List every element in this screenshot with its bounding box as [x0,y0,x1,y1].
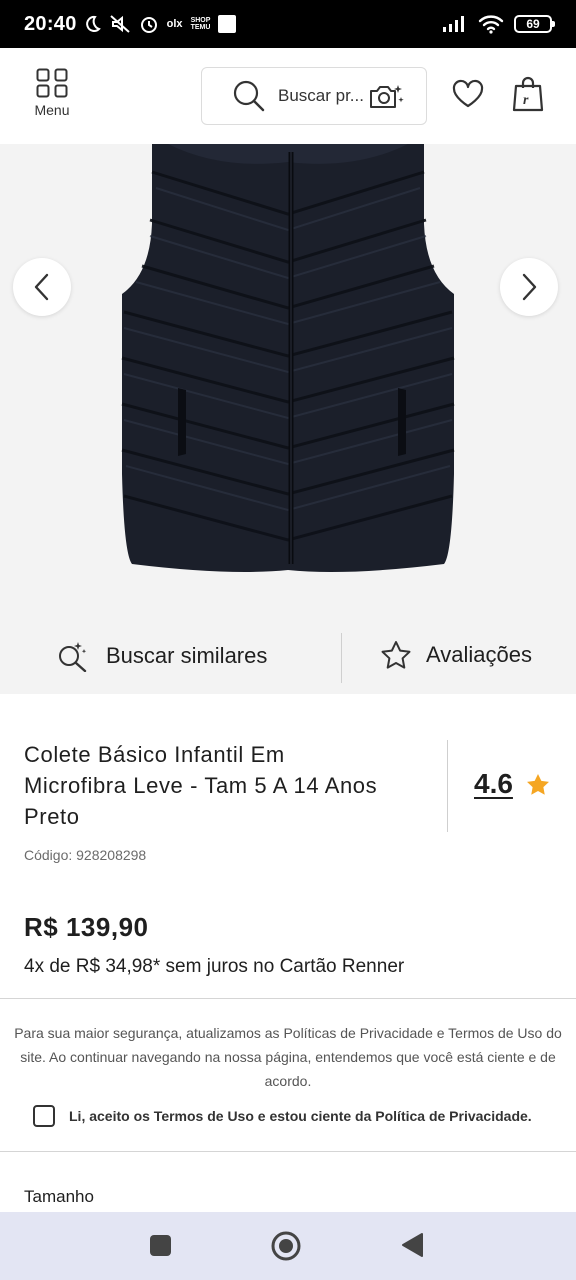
search-input[interactable]: Buscar pr... [201,67,427,125]
product-title-line1: Colete Básico Infantil Em [24,742,285,767]
mute-icon [109,15,130,33]
search-icon [233,80,265,112]
checkbox-icon[interactable] [33,1105,55,1127]
back-button[interactable] [400,1232,424,1258]
product-action-bar: Buscar similares Avaliações [0,620,576,694]
product-title-line2: Microfibra Leve - Tam 5 A 14 Anos [24,773,378,798]
title-divider [447,740,448,832]
chevron-left-icon [34,273,49,301]
size-label: Tamanho [24,1187,94,1206]
search-placeholder: Buscar pr... [278,86,364,105]
find-similar-button[interactable]: Buscar similares [56,640,267,672]
product-price: R$ 139,90 [24,912,149,942]
gallery-prev-button[interactable] [13,258,71,316]
product-image [0,144,576,620]
gallery-next-button[interactable] [500,258,558,316]
svg-text:r: r [523,93,529,108]
signal-icon [443,16,464,32]
installments-info: 4x de R$ 34,98* sem juros no Cartão Renn… [24,956,405,977]
heart-icon[interactable] [451,79,485,109]
status-time: 20:40 [24,12,77,35]
product-code: Código: 928208298 [24,847,147,863]
home-button[interactable] [270,1230,302,1262]
product-image-gallery[interactable] [0,144,576,620]
star-outline-icon [381,641,411,669]
shopping-bag-icon[interactable]: r [512,76,546,112]
sparkle-search-icon [59,642,87,672]
product-title: Colete Básico Infantil Em Microfibra Lev… [24,739,424,832]
rating-value: 4.6 [474,768,513,799]
battery-indicator: 69 [514,15,555,33]
find-similar-label: Buscar similares [106,643,268,668]
privacy-accept-checkbox[interactable]: Li, aceito os Termos de Uso e estou cien… [33,1105,532,1127]
product-title-line3: Preto [24,804,80,829]
chevron-right-icon [522,273,537,301]
site-header: Menu Buscar pr... r [0,48,576,144]
menu-label: Menu [34,102,70,118]
recent-apps-button[interactable] [150,1235,171,1256]
temu-icon: SHOP TEMU [190,17,211,31]
product-rating[interactable]: 4.6 [474,768,551,800]
privacy-accept-label: Li, aceito os Termos de Uso e estou cien… [69,1108,532,1124]
olx-icon: olx [166,18,183,30]
status-right-icons: 69 [442,14,555,34]
status-bar: 20:40 olx SHOP TEMU 69 [0,0,576,48]
star-filled-icon [526,773,549,795]
camera-search-icon[interactable] [368,83,404,111]
privacy-banner: Para sua maior segurança, atualizamos as… [0,998,576,1152]
reviews-button[interactable]: Avaliações [380,640,532,670]
alarm-icon [140,17,157,33]
menu-button[interactable]: Menu [30,68,74,118]
wifi-icon [478,15,504,34]
notification-square-icon [218,15,237,33]
android-nav-bar [0,1212,576,1280]
grid-icon [36,68,68,98]
reviews-label: Avaliações [426,642,532,667]
action-divider [341,633,342,683]
status-notification-icons: olx SHOP TEMU [83,14,237,34]
privacy-text: Para sua maior segurança, atualizamos as… [14,1025,562,1089]
moon-icon [85,15,101,32]
